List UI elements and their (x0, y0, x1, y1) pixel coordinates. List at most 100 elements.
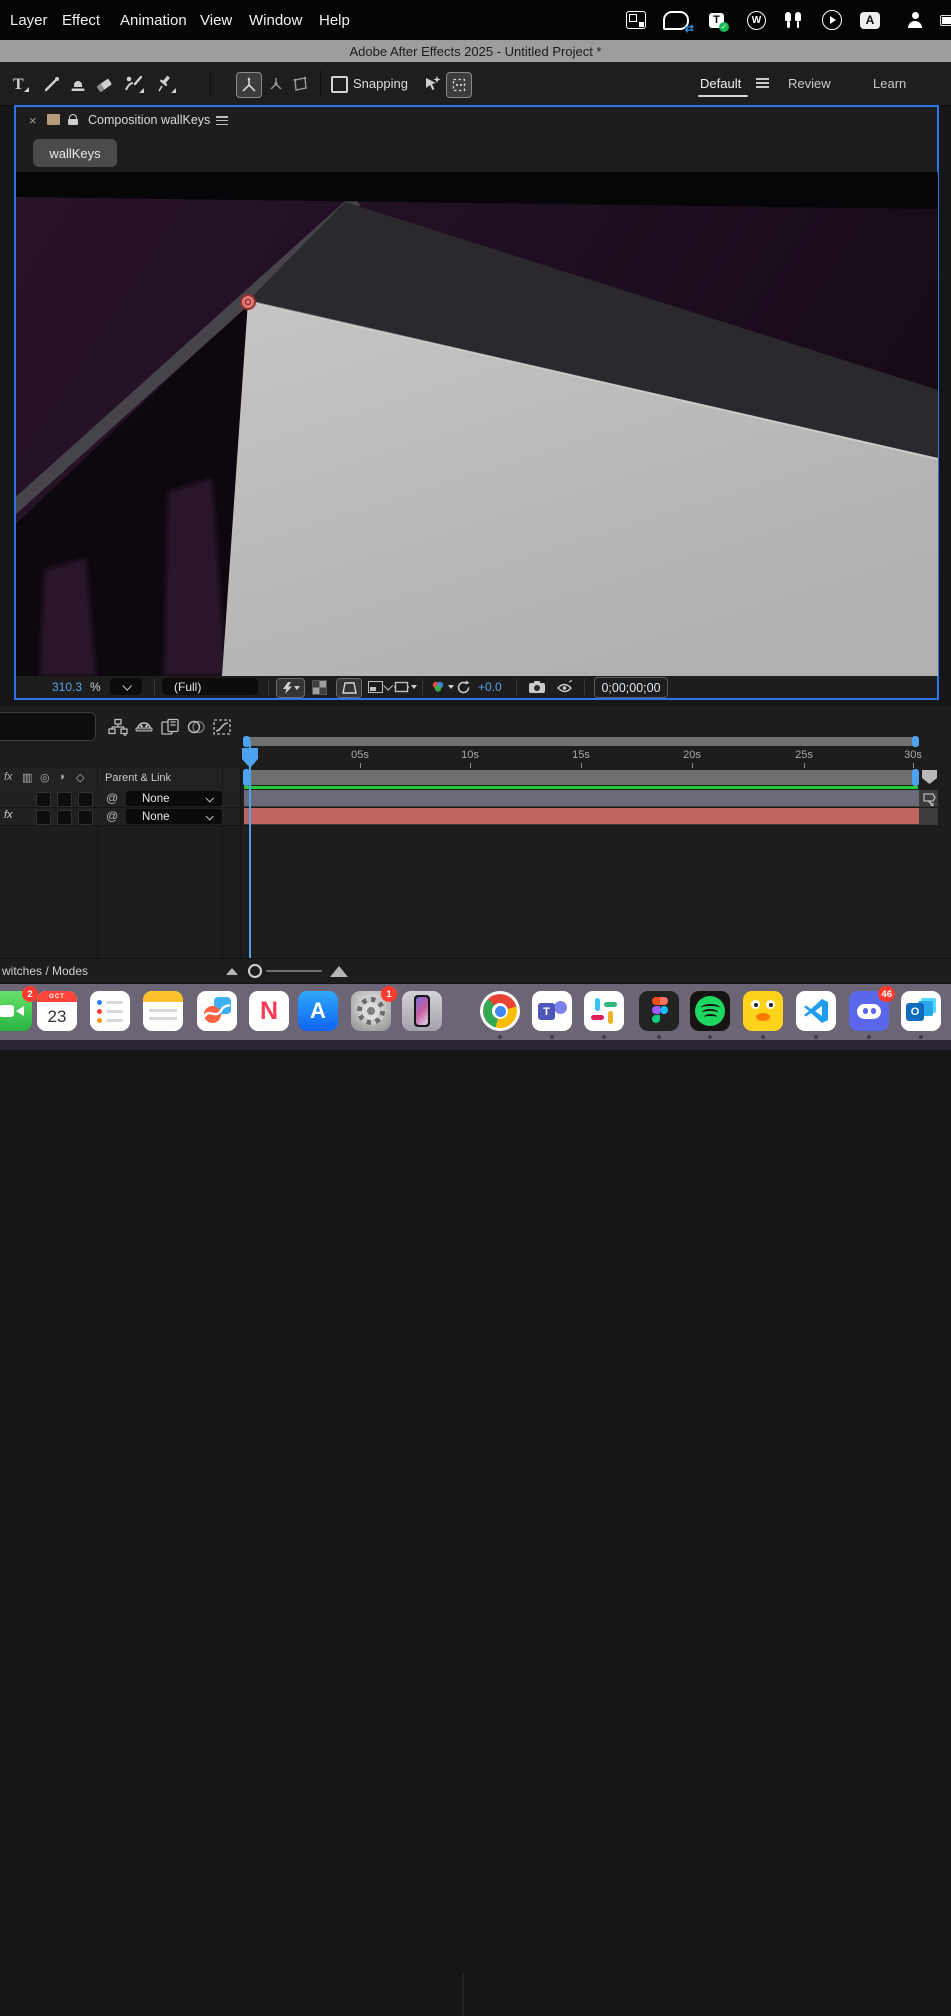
timeline-zoom-track[interactable] (266, 970, 322, 972)
menu-window[interactable]: Window (249, 0, 302, 40)
layer1-switch-2[interactable] (57, 792, 72, 807)
brush-tool[interactable] (40, 72, 64, 96)
work-area-end-handle[interactable] (912, 769, 919, 786)
layer2-parent-dropdown[interactable]: None (126, 809, 222, 824)
comp-marker-bin-icon[interactable] (921, 769, 938, 785)
mask-visibility-button[interactable] (336, 678, 362, 698)
composition-name-button[interactable]: wallKeys (33, 139, 117, 167)
menu-animation[interactable]: Animation (120, 0, 187, 40)
outlook-status-icon[interactable] (626, 9, 646, 31)
layer1-switch-1[interactable] (36, 792, 51, 807)
dock-calendar[interactable]: OCT 23 (37, 991, 77, 1031)
resolution-dropdown[interactable]: (Full) (162, 678, 258, 695)
switches-modes-label[interactable]: witches / Modes (2, 964, 88, 978)
time-navigator[interactable] (244, 737, 918, 746)
exposure-value[interactable]: +0.0 (478, 676, 502, 698)
dock-app-store[interactable]: A (298, 991, 338, 1031)
snapshot-camera-button[interactable] (528, 676, 546, 698)
channel-selector-button[interactable] (430, 676, 454, 698)
time-ruler[interactable]: 0s 05s 10s 15s 20s 25s 30s (240, 747, 951, 768)
local-axis-mode-button[interactable] (236, 72, 262, 98)
dock-iphone-mirroring[interactable] (402, 991, 442, 1031)
mini-flowchart-icon[interactable] (106, 717, 130, 737)
a-key-icon[interactable]: A (860, 9, 880, 31)
layer2-duration-bar[interactable] (244, 808, 919, 824)
timeline-search-input[interactable] (0, 712, 96, 741)
layer1-duration-bar[interactable] (244, 790, 919, 806)
menu-effect[interactable]: Effect (62, 0, 100, 40)
teams-status-icon[interactable]: T (709, 9, 724, 31)
dock-news[interactable]: N (249, 991, 289, 1031)
magnification-value[interactable]: 310.3 (52, 676, 82, 698)
dock-vscode[interactable] (796, 991, 836, 1031)
layer2-switch-2[interactable] (57, 810, 72, 825)
layer2-switch-3[interactable] (78, 810, 93, 825)
dock-freeform[interactable] (197, 991, 237, 1031)
fast-previews-button[interactable] (276, 678, 305, 698)
w-circle-icon[interactable]: W (747, 9, 766, 31)
workspace-menu-icon[interactable] (756, 78, 769, 88)
dock-spotify[interactable] (690, 991, 730, 1031)
workspace-tab-default[interactable]: Default (700, 62, 741, 104)
layer-marker-icon[interactable] (922, 792, 938, 807)
layer1-switch-3[interactable] (78, 792, 93, 807)
dock-facetime[interactable]: 2 (0, 991, 32, 1031)
timeline-zoom-knob[interactable] (248, 964, 262, 978)
dock-system-settings[interactable]: 1 (351, 991, 391, 1031)
selection-options-button[interactable] (446, 72, 472, 98)
threed-column-icon[interactable]: ◇ (76, 771, 84, 784)
timecode-display[interactable]: 0;00;00;00 (594, 677, 668, 698)
grid-guides-button[interactable] (394, 676, 417, 698)
dock-discord[interactable]: 46 (849, 991, 889, 1031)
reset-exposure-button[interactable] (456, 676, 471, 698)
layer1-pickwhip-icon[interactable]: @ (106, 791, 118, 805)
work-area-bar[interactable] (244, 770, 918, 785)
close-panel-icon[interactable]: × (29, 114, 37, 127)
lock-icon[interactable] (68, 114, 78, 125)
airpods-icon[interactable] (783, 9, 803, 31)
type-tool[interactable]: T (8, 72, 32, 96)
anchor-point-marker[interactable] (241, 295, 255, 309)
panel-menu-icon[interactable] (216, 116, 228, 125)
layer2-pickwhip-icon[interactable]: @ (106, 809, 118, 823)
eraser-tool[interactable] (92, 72, 116, 96)
user-status-icon[interactable] (907, 9, 923, 31)
play-circle-icon[interactable] (822, 9, 842, 31)
puppet-pin-tool[interactable] (154, 72, 178, 96)
roto-brush-tool[interactable] (122, 72, 146, 96)
composition-tab-title[interactable]: Composition wallKeys (88, 107, 210, 133)
blend-column-icon[interactable]: ◎ (40, 771, 50, 784)
region-of-interest-button[interactable] (368, 676, 383, 698)
snapping-checkbox[interactable] (331, 76, 348, 93)
fx-column-icon[interactable]: fx (4, 771, 13, 783)
dock-figma[interactable] (639, 991, 679, 1031)
dock-teams[interactable]: T (532, 991, 572, 1031)
zoom-in-icon[interactable] (330, 966, 348, 977)
shy-layers-icon[interactable] (132, 717, 156, 737)
zoom-out-icon[interactable] (226, 968, 238, 975)
workspace-tab-review[interactable]: Review (788, 62, 831, 104)
composition-viewport[interactable] (16, 172, 938, 676)
dock-slack[interactable] (584, 991, 624, 1031)
quality-column-icon[interactable]: ◑ (58, 771, 65, 783)
magnification-dropdown[interactable] (110, 678, 142, 695)
workspace-tab-learn[interactable]: Learn (873, 62, 906, 104)
menu-help[interactable]: Help (319, 0, 350, 40)
menu-view[interactable]: View (200, 0, 232, 40)
transparency-grid-button[interactable] (312, 676, 327, 698)
show-snapshot-button[interactable] (556, 676, 574, 698)
dock-notes[interactable] (143, 991, 183, 1031)
dock-reminders[interactable] (90, 991, 130, 1031)
layer2-switch-1[interactable] (36, 810, 51, 825)
creative-cloud-icon[interactable] (663, 9, 689, 31)
view-axis-mode-button[interactable] (288, 72, 312, 96)
frame-blending-icon[interactable] (158, 717, 182, 737)
battery-icon[interactable] (940, 9, 951, 31)
motion-blur-icon[interactable] (184, 717, 208, 737)
time-navigator-end-handle[interactable] (912, 736, 919, 747)
stamp-tool[interactable] (66, 72, 90, 96)
dock-chrome[interactable] (480, 991, 520, 1031)
graph-editor-icon[interactable] (210, 717, 234, 737)
layer2-fx-badge[interactable]: fx (4, 809, 13, 821)
dock-outlook[interactable]: O (901, 991, 941, 1031)
